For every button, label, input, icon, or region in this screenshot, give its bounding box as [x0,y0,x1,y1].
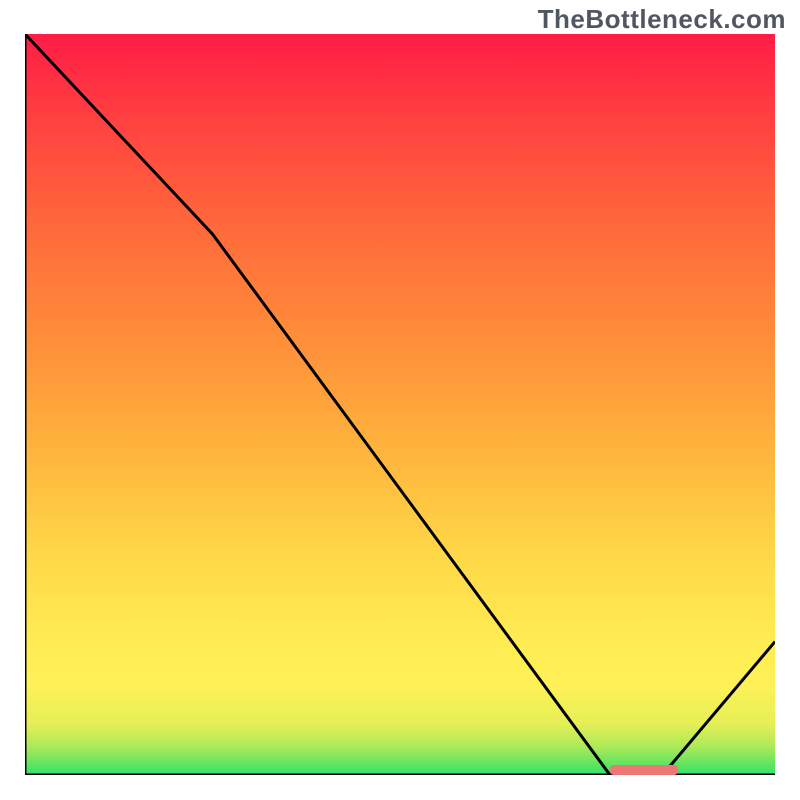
gradient-background [25,34,775,775]
chart-svg [25,34,775,775]
watermark-text: TheBottleneck.com [538,4,786,35]
optimal-range-marker [610,765,678,775]
plot-area [25,34,775,775]
chart-container: TheBottleneck.com [0,0,800,800]
